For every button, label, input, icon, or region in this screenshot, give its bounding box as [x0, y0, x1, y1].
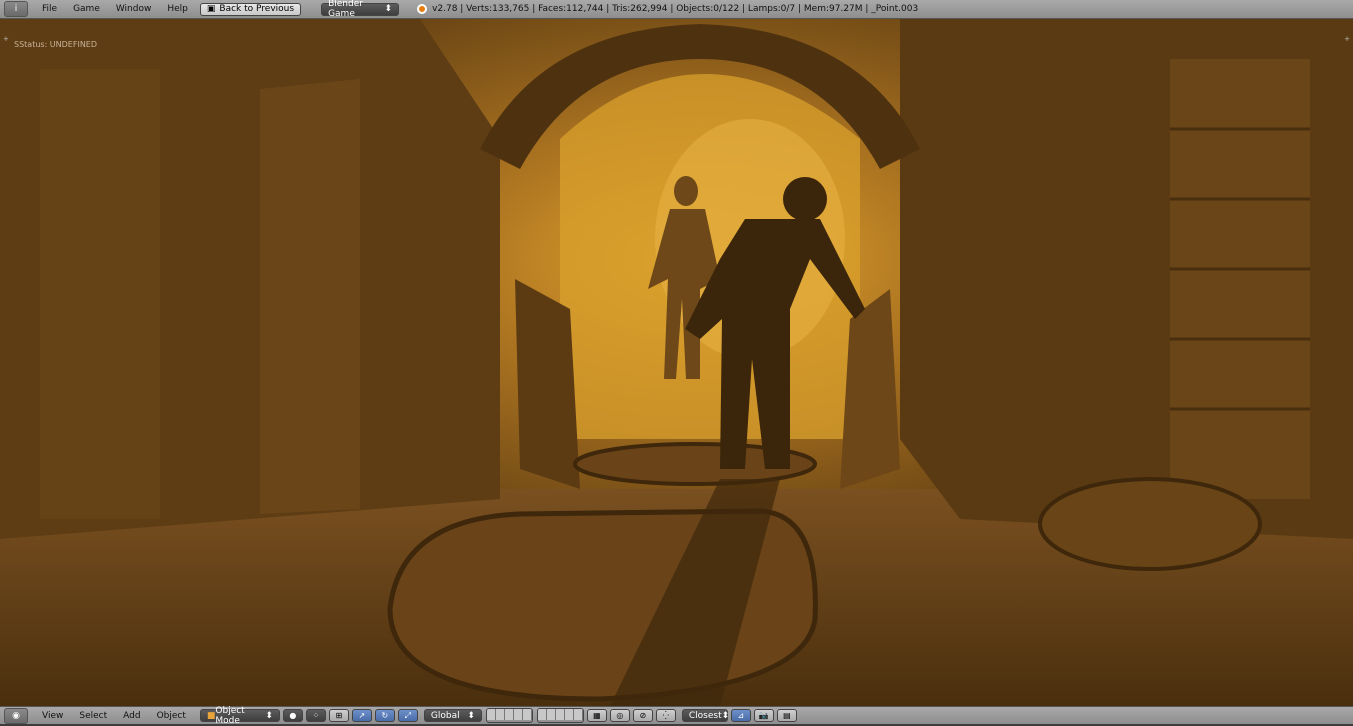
snap-align-icon[interactable]: ⊿	[730, 709, 751, 722]
snap-element-icon[interactable]: ⁛	[655, 709, 676, 722]
3d-view-icon[interactable]: ◉	[4, 707, 28, 724]
layer-grid-2[interactable]	[536, 708, 584, 723]
view-menu: View Select Add Object	[34, 711, 194, 721]
blender-logo-icon	[417, 4, 428, 14]
snap-toggle-icon[interactable]: ⊘	[632, 709, 653, 722]
snap-target-select[interactable]: Closest ⬍	[681, 709, 730, 722]
game-viewport[interactable]: SStatus: UNDEFINED + +	[0, 19, 1353, 706]
menu-file[interactable]: File	[34, 4, 65, 14]
menu-select[interactable]: Select	[71, 711, 115, 721]
translate-icon[interactable]: ↗	[351, 709, 372, 722]
back-to-previous-button[interactable]: ▣ Back to Previous	[199, 2, 302, 16]
layers-icon[interactable]: ▦	[586, 709, 607, 722]
scene-stats: v2.78 | Verts:133,765 | Faces:112,744 | …	[417, 4, 918, 14]
menu-window[interactable]: Window	[108, 4, 160, 14]
menu-view[interactable]: View	[34, 711, 71, 721]
info-header: i File Game Window Help ▣ Back to Previo…	[0, 0, 1353, 19]
menu-game[interactable]: Game	[65, 4, 108, 14]
render-engine-select[interactable]: Blender Game ⬍	[321, 0, 400, 19]
scene-render	[0, 19, 1353, 706]
menu-add[interactable]: Add	[115, 711, 148, 721]
render-icon[interactable]: 📷	[753, 709, 774, 722]
pivot-icon[interactable]: ⁘	[305, 709, 326, 722]
top-menu: File Game Window Help	[34, 4, 196, 14]
chevron-updown-icon: ⬍	[467, 710, 475, 721]
shading-icon[interactable]: ●	[282, 709, 303, 722]
render-animation-icon[interactable]: ▤	[776, 709, 797, 722]
editor-type-icon[interactable]: i	[4, 1, 28, 17]
chevron-updown-icon: ⬍	[384, 4, 393, 14]
chevron-updown-icon: ⬍	[265, 710, 273, 721]
plus-icon[interactable]: +	[1344, 35, 1350, 43]
back-icon: ▣	[206, 4, 216, 14]
chevron-updown-icon: ⬍	[721, 710, 730, 721]
object-mode-icon: ■	[206, 710, 216, 721]
rotate-icon[interactable]: ↻	[374, 709, 395, 722]
interaction-mode-select[interactable]: ■ Object Mode ⬍	[199, 706, 280, 726]
transform-orientation-select[interactable]: Global ⬍	[423, 709, 482, 722]
menu-help[interactable]: Help	[159, 4, 196, 14]
3d-view-header: ◉ View Select Add Object ■ Object Mode ⬍…	[0, 706, 1353, 726]
manipulator-icon[interactable]: ⊞	[328, 709, 349, 722]
menu-object[interactable]: Object	[149, 711, 194, 721]
proportional-edit-icon[interactable]: ◎	[609, 709, 630, 722]
status-text: SStatus: UNDEFINED	[14, 40, 98, 49]
scale-icon[interactable]: ⤢	[397, 709, 418, 722]
layer-grid-1[interactable]	[485, 708, 533, 723]
plus-icon[interactable]: +	[3, 35, 9, 43]
